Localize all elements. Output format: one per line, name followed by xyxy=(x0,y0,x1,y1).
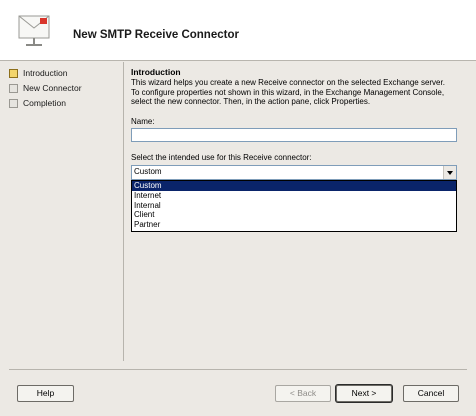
section-title: Introduction xyxy=(131,67,181,77)
next-button[interactable]: Next > xyxy=(336,385,392,402)
mail-envelope-icon xyxy=(18,15,50,46)
footer-divider xyxy=(9,369,467,370)
vertical-divider xyxy=(123,62,124,361)
name-input[interactable] xyxy=(131,128,457,142)
intended-use-options: Custom Internet Internal Client Partner xyxy=(131,180,457,232)
step-indicator-icon xyxy=(9,83,18,93)
step-new-connector[interactable]: New Connector xyxy=(9,81,82,95)
option-internet[interactable]: Internet xyxy=(132,191,456,201)
step-introduction[interactable]: Introduction xyxy=(9,66,67,80)
option-internal[interactable]: Internal xyxy=(132,201,456,211)
step-label: Introduction xyxy=(23,68,68,78)
step-indicator-icon xyxy=(9,98,18,108)
name-label: Name: xyxy=(131,117,155,126)
cancel-button[interactable]: Cancel xyxy=(403,385,459,402)
option-client[interactable]: Client xyxy=(132,210,456,220)
description-line: To configure properties not shown in thi… xyxy=(131,87,445,97)
intended-use-label: Select the intended use for this Receive… xyxy=(131,153,312,162)
description-line: This wizard helps you create a new Recei… xyxy=(131,78,445,87)
wizard-title: New SMTP Receive Connector xyxy=(73,29,239,41)
step-label: New Connector xyxy=(23,83,82,93)
option-custom[interactable]: Custom xyxy=(132,181,456,191)
description-line: select the new connector. Then, in the a… xyxy=(131,97,371,107)
help-button[interactable]: Help xyxy=(17,385,74,402)
selected-value: Custom xyxy=(134,167,162,176)
wizard-header: New SMTP Receive Connector xyxy=(0,0,476,61)
intro-description: This wizard helps you create a new Recei… xyxy=(131,78,459,107)
step-completion[interactable]: Completion xyxy=(9,96,66,110)
step-label: Completion xyxy=(23,98,66,108)
wizard-steps: Introduction New Connector Completion xyxy=(0,62,120,362)
intended-use-select[interactable]: Custom xyxy=(131,165,457,180)
back-button[interactable]: < Back xyxy=(275,385,331,402)
option-partner[interactable]: Partner xyxy=(132,220,456,230)
chevron-down-icon[interactable] xyxy=(443,166,456,179)
step-indicator-icon xyxy=(9,68,18,78)
